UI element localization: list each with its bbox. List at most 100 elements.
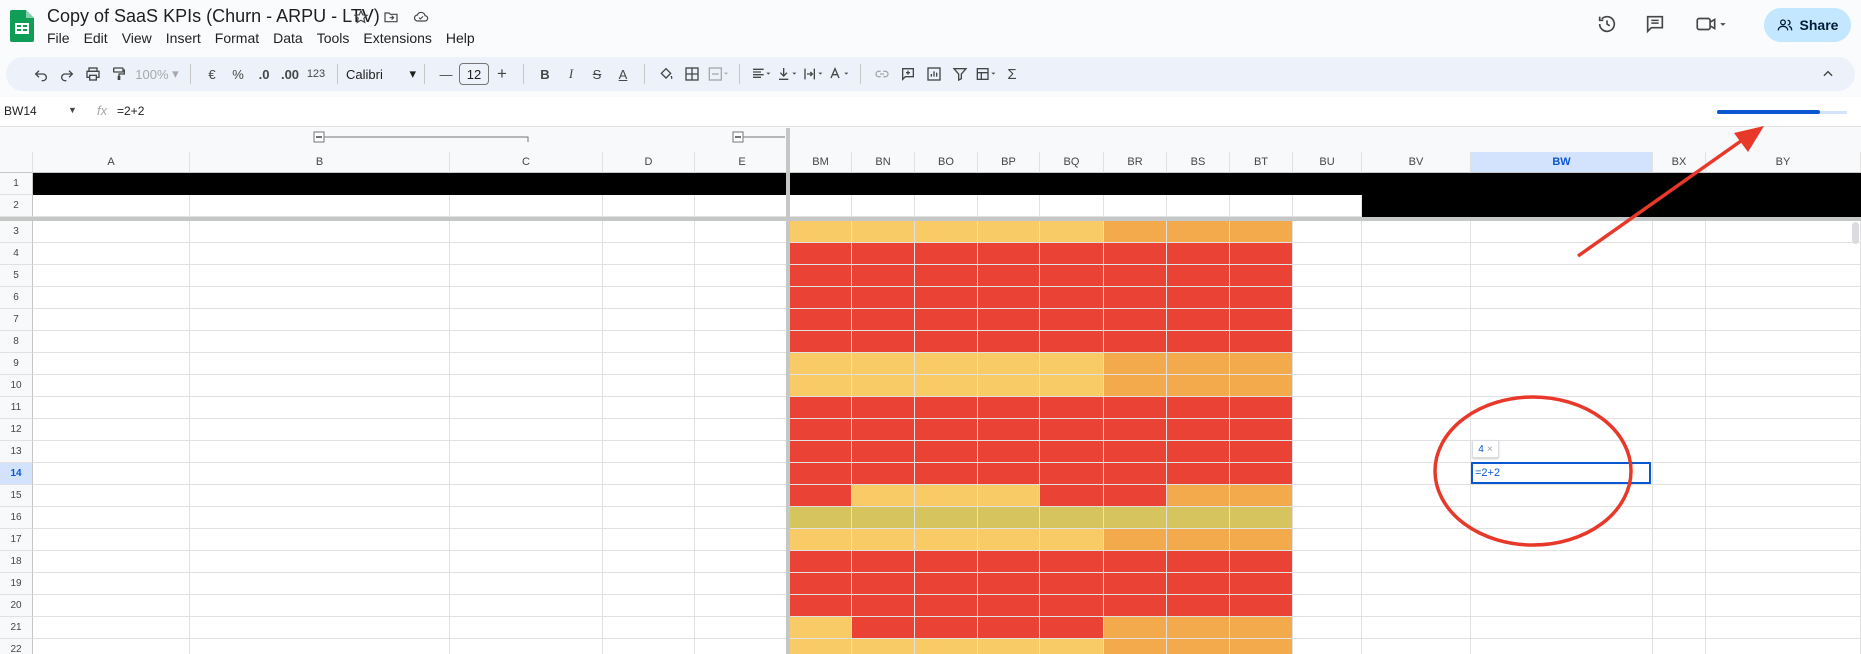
empty-cell[interactable] — [1362, 573, 1471, 595]
revenue-cell[interactable] — [1104, 573, 1167, 595]
customer-name-cell[interactable] — [33, 419, 190, 441]
empty-cell[interactable] — [1471, 287, 1653, 309]
empty-cell[interactable] — [1362, 243, 1471, 265]
empty-cell[interactable] — [1706, 221, 1861, 243]
customer-email-cell[interactable] — [190, 507, 450, 529]
revenue-cell[interactable] — [1040, 529, 1104, 551]
empty-cell[interactable] — [1653, 463, 1706, 485]
customer-id-cell[interactable] — [450, 485, 603, 507]
empty-cell[interactable] — [1362, 265, 1471, 287]
customer-end-cell[interactable] — [695, 595, 790, 617]
revenue-cell[interactable] — [978, 485, 1040, 507]
print-icon[interactable] — [80, 61, 106, 87]
revenue-cell[interactable] — [852, 617, 915, 639]
revenue-cell[interactable] — [1104, 485, 1167, 507]
paint-format-icon[interactable] — [106, 61, 132, 87]
column-header-e[interactable]: E — [695, 152, 790, 173]
formula-result-preview[interactable]: 4 × — [1472, 440, 1499, 458]
customer-email-cell[interactable] — [190, 419, 450, 441]
customer-id-cell[interactable] — [450, 331, 603, 353]
revenue-cell[interactable] — [978, 617, 1040, 639]
empty-cell[interactable] — [1362, 595, 1471, 617]
empty-cell[interactable] — [1653, 595, 1706, 617]
revenue-cell[interactable] — [1104, 507, 1167, 529]
empty-cell[interactable] — [1706, 573, 1861, 595]
filter-icon[interactable] — [947, 61, 973, 87]
customer-name-cell[interactable] — [33, 353, 190, 375]
empty-cell[interactable] — [1362, 287, 1471, 309]
italic-button[interactable]: I — [558, 61, 584, 87]
text-wrap-icon[interactable] — [800, 61, 826, 87]
customer-start-cell[interactable] — [603, 485, 695, 507]
revenue-cell[interactable] — [978, 397, 1040, 419]
revenue-cell[interactable] — [1040, 551, 1104, 573]
empty-cell[interactable] — [1653, 397, 1706, 419]
empty-cell[interactable] — [1653, 375, 1706, 397]
header-month[interactable] — [915, 195, 978, 217]
empty-cell[interactable] — [1706, 507, 1861, 529]
empty-cell[interactable] — [1471, 595, 1653, 617]
strikethrough-button[interactable]: S — [584, 61, 610, 87]
customer-id-cell[interactable] — [450, 639, 603, 654]
revenue-cell[interactable] — [1167, 375, 1230, 397]
empty-cell[interactable] — [1653, 331, 1706, 353]
row-header[interactable]: 10 — [0, 375, 33, 397]
revenue-cell[interactable] — [790, 441, 852, 463]
customer-start-cell[interactable] — [603, 441, 695, 463]
row-header[interactable]: 5 — [0, 265, 33, 287]
customer-end-cell[interactable] — [695, 287, 790, 309]
empty-cell[interactable] — [1362, 419, 1471, 441]
header-month[interactable] — [1293, 195, 1362, 217]
revenue-cell[interactable] — [915, 375, 978, 397]
revenue-cell[interactable] — [978, 419, 1040, 441]
empty-cell[interactable] — [1706, 265, 1861, 287]
revenue-cell[interactable] — [1040, 243, 1104, 265]
empty-cell[interactable] — [1653, 309, 1706, 331]
customer-end-cell[interactable] — [695, 419, 790, 441]
column-group-bracket[interactable] — [723, 128, 793, 152]
customer-name-cell[interactable] — [33, 265, 190, 287]
row-header[interactable]: 2 — [0, 195, 33, 217]
menu-tools[interactable]: Tools — [317, 30, 350, 46]
customer-start-cell[interactable] — [603, 551, 695, 573]
revenue-cell[interactable] — [790, 573, 852, 595]
column-header-by[interactable]: BY — [1706, 152, 1861, 173]
revenue-cell[interactable] — [1293, 375, 1362, 397]
row-header[interactable]: 21 — [0, 617, 33, 639]
empty-cell[interactable] — [1706, 485, 1861, 507]
functions-button[interactable]: Σ — [999, 61, 1025, 87]
row-header[interactable]: 13 — [0, 441, 33, 463]
revenue-cell[interactable] — [1040, 463, 1104, 485]
revenue-cell[interactable] — [1230, 331, 1293, 353]
customer-id-cell[interactable] — [450, 419, 603, 441]
column-header-bv[interactable]: BV — [1362, 152, 1471, 173]
revenue-cell[interactable] — [1293, 485, 1362, 507]
active-cell-editor[interactable]: =2+2 — [1471, 462, 1651, 484]
revenue-cell[interactable] — [1230, 551, 1293, 573]
revenue-cell[interactable] — [852, 639, 915, 654]
customer-email-cell[interactable] — [190, 375, 450, 397]
customer-name-cell[interactable] — [33, 243, 190, 265]
customer-name-cell[interactable] — [33, 595, 190, 617]
revenue-cell[interactable] — [915, 485, 978, 507]
revenue-cell[interactable] — [978, 375, 1040, 397]
version-history-icon[interactable] — [1595, 12, 1619, 36]
customer-start-cell[interactable] — [603, 309, 695, 331]
empty-cell[interactable] — [1706, 353, 1861, 375]
customer-start-cell[interactable] — [603, 375, 695, 397]
customer-start-cell[interactable] — [603, 617, 695, 639]
customer-start-cell[interactable] — [603, 331, 695, 353]
revenue-cell[interactable] — [978, 331, 1040, 353]
revenue-cell[interactable] — [790, 507, 852, 529]
column-header-bs[interactable]: BS — [1167, 152, 1230, 173]
column-header-br[interactable]: BR — [1104, 152, 1167, 173]
customer-end-cell[interactable] — [695, 309, 790, 331]
revenue-cell[interactable] — [852, 463, 915, 485]
revenue-cell[interactable] — [1293, 309, 1362, 331]
empty-cell[interactable] — [1362, 507, 1471, 529]
customer-start-cell[interactable] — [603, 507, 695, 529]
empty-cell[interactable] — [1706, 441, 1861, 463]
row-header[interactable]: 1 — [0, 173, 33, 195]
revenue-cell[interactable] — [915, 397, 978, 419]
customer-id-cell[interactable] — [450, 397, 603, 419]
